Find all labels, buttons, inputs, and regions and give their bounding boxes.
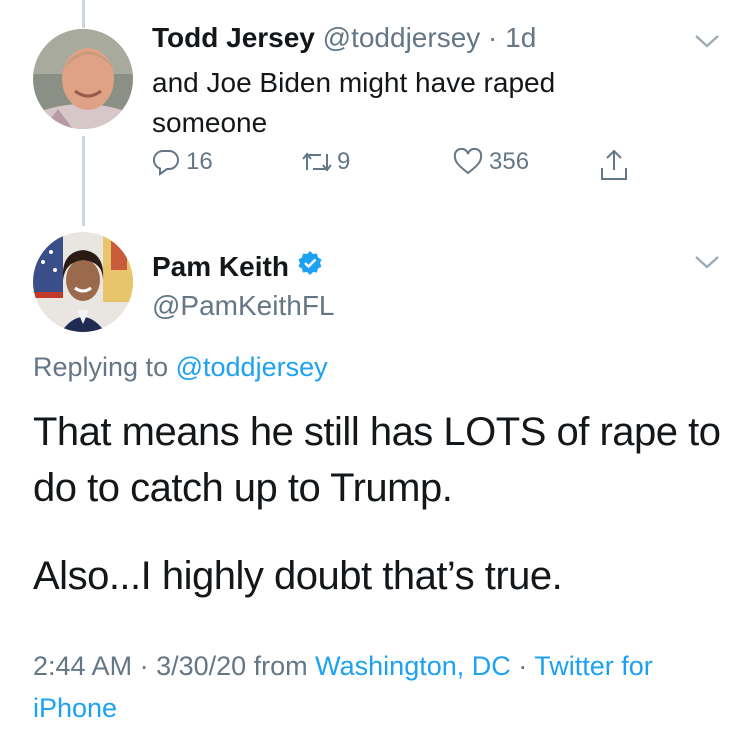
share-icon: [599, 148, 629, 182]
chevron-down-icon[interactable]: [694, 33, 720, 49]
reply-count: 16: [186, 148, 213, 175]
like-count: 356: [489, 148, 530, 175]
replying-to: Replying to @toddjersey: [33, 352, 328, 383]
thread-connector-top: [82, 0, 85, 28]
user-handle[interactable]: @PamKeithFL: [152, 290, 335, 322]
avatar-pam-keith[interactable]: [33, 232, 133, 332]
display-name[interactable]: Todd Jersey: [152, 22, 315, 53]
share-button[interactable]: [599, 148, 629, 182]
thread-connector: [82, 136, 85, 226]
verified-badge-icon: [297, 250, 323, 283]
separator: ·: [510, 651, 535, 681]
tweet-text-paragraph: Also...I highly doubt that’s true.: [33, 554, 563, 598]
reply-icon: [152, 148, 180, 176]
chevron-down-icon[interactable]: [694, 254, 720, 270]
from-word: from: [246, 651, 316, 681]
tweet-time[interactable]: 2:44 AM: [33, 651, 132, 681]
user-handle[interactable]: @toddjersey: [323, 22, 481, 53]
display-name[interactable]: Pam Keith: [152, 251, 289, 283]
location-link[interactable]: Washington, DC: [315, 651, 511, 681]
display-name-row: Pam Keith: [152, 250, 323, 283]
retweet-count: 9: [337, 148, 351, 175]
separator: ·: [132, 651, 157, 681]
like-icon: [453, 148, 483, 176]
separator: ·: [488, 22, 498, 53]
like-button[interactable]: 356: [453, 148, 529, 176]
retweet-icon: [299, 148, 335, 176]
tweet-header: Todd Jersey @toddjersey · 1d: [152, 22, 536, 54]
tweet-time[interactable]: 1d: [505, 22, 536, 53]
tweet-text-paragraph: That means he still has LOTS of rape to …: [33, 410, 721, 510]
avatar-todd-jersey[interactable]: [33, 29, 133, 129]
tweet-text: and Joe Biden might have raped someone: [152, 67, 556, 138]
retweet-button[interactable]: 9: [299, 148, 350, 176]
tweet-meta: 2:44 AM · 3/30/20 from Washington, DC · …: [33, 645, 723, 729]
tweet-date[interactable]: 3/30/20: [156, 651, 246, 681]
replying-to-handle-link[interactable]: @toddjersey: [176, 352, 328, 382]
reply-button[interactable]: 16: [152, 148, 213, 176]
replying-to-label: Replying to: [33, 352, 169, 382]
